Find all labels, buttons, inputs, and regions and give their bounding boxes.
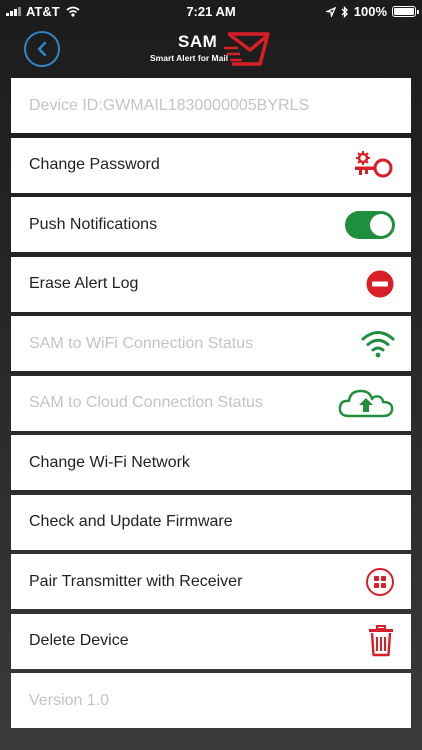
erase-alert-log-row[interactable]: Erase Alert Log xyxy=(11,256,411,312)
version-row: Version 1.0 xyxy=(11,673,411,728)
change-wifi-label: Change Wi-Fi Network xyxy=(29,453,190,471)
wifi-icon xyxy=(361,330,395,358)
push-notifications-row: Push Notifications xyxy=(11,197,411,252)
erase-alert-log-label: Erase Alert Log xyxy=(29,275,139,292)
pair-grid-icon xyxy=(365,567,395,597)
app-logo: SAM Smart Alert for Mail xyxy=(150,28,276,72)
push-notifications-label: Push Notifications xyxy=(29,215,158,233)
status-right: 100% xyxy=(321,4,419,19)
cloud-upload-icon xyxy=(337,387,395,419)
change-password-row[interactable]: Change Password xyxy=(11,137,411,193)
pair-transmitter-row[interactable]: Pair Transmitter with Receiver xyxy=(11,554,411,609)
location-arrow-icon xyxy=(325,6,336,17)
battery-icon xyxy=(392,6,419,17)
toggle-knob xyxy=(370,213,392,236)
chevron-left-icon xyxy=(37,41,47,57)
back-button[interactable] xyxy=(24,31,60,67)
device-id-row: Device ID:GWMAIL1830000005BYRLS xyxy=(11,78,411,133)
battery-label: 100% xyxy=(353,4,387,19)
delete-device-row[interactable]: Delete Device xyxy=(11,613,411,669)
device-id-label: Device ID:GWMAIL1830000005BYRLS xyxy=(29,96,310,114)
version-label: Version 1.0 xyxy=(29,691,110,709)
update-firmware-row[interactable]: Check and Update Firmware xyxy=(11,494,411,550)
pair-transmitter-label: Pair Transmitter with Receiver xyxy=(29,572,243,590)
wifi-status-row: SAM to WiFi Connection Status xyxy=(11,316,411,371)
key-icon xyxy=(351,150,395,180)
cloud-status-row: SAM to Cloud Connection Status xyxy=(11,375,411,431)
trash-icon xyxy=(367,625,395,657)
settings-list: Device ID:GWMAIL1830000005BYRLS Change P… xyxy=(11,78,411,733)
push-notifications-toggle[interactable] xyxy=(345,210,395,239)
app-subtitle: Smart Alert for Mail xyxy=(150,53,229,63)
status-bar: AT&T 7:21 AM 100% xyxy=(0,0,422,22)
nav-header: SAM Smart Alert for Mail xyxy=(0,22,422,74)
mail-envelope-icon xyxy=(224,32,270,66)
delete-device-label: Delete Device xyxy=(29,632,129,649)
change-password-label: Change Password xyxy=(29,156,160,173)
minus-circle-icon xyxy=(365,269,395,299)
settings-screen: AT&T 7:21 AM 100% SAM Smart Alert for Ma… xyxy=(0,0,422,750)
app-title: SAM xyxy=(178,32,218,51)
change-wifi-row[interactable]: Change Wi-Fi Network xyxy=(11,435,411,490)
update-firmware-label: Check and Update Firmware xyxy=(29,513,233,530)
bluetooth-icon xyxy=(341,5,348,18)
cloud-status-label: SAM to Cloud Connection Status xyxy=(29,394,263,411)
wifi-status-label: SAM to WiFi Connection Status xyxy=(29,334,254,352)
